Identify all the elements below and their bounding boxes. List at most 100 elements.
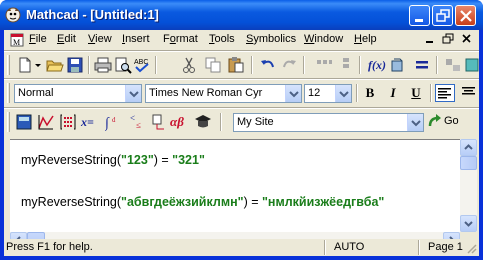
vertical-scroll-thumb[interactable] [460, 156, 477, 170]
resource-site-dropdown[interactable] [407, 114, 423, 131]
menu-tools[interactable]: Tools [209, 33, 235, 45]
menu-edit-label: Edit [57, 33, 76, 45]
style-dropdown-button[interactable] [125, 85, 141, 102]
scroll-up-button[interactable] [460, 139, 477, 156]
toolbar-grip[interactable] [7, 112, 10, 132]
undo-icon[interactable] [259, 56, 277, 74]
scroll-down-button[interactable] [460, 215, 477, 232]
open-folder-icon[interactable] [46, 56, 64, 74]
bold-button[interactable]: B [360, 84, 380, 102]
programming-toolbar-icon[interactable] [150, 113, 168, 131]
function-call: myReverseString( [21, 195, 122, 209]
chevron-down-icon [289, 91, 299, 98]
status-divider [418, 240, 420, 255]
align-center-button[interactable] [459, 84, 479, 102]
menu-file[interactable]: File [29, 33, 47, 45]
toolbar-separator [436, 56, 438, 74]
font-value: Times New Roman Cyr [149, 87, 263, 99]
toolbar-grip[interactable] [7, 83, 10, 103]
font-select[interactable]: Times New Roman Cyr [145, 84, 302, 103]
restore-button[interactable] [432, 5, 453, 26]
client-area: M File Edit View Insert Format Tools Sym… [4, 30, 479, 256]
menu-help[interactable]: Help [354, 33, 377, 45]
spell-check-icon[interactable]: ABC [133, 56, 151, 74]
resize-grip-icon[interactable] [465, 242, 477, 254]
menu-format[interactable]: Format [163, 33, 198, 45]
mathcad-app-icon[interactable] [5, 7, 21, 23]
menu-edit[interactable]: Edit [57, 33, 76, 45]
chevron-down-icon [339, 91, 349, 98]
menu-symbolics[interactable]: Symbolics [246, 33, 296, 45]
menu-insert[interactable]: Insert [122, 33, 150, 45]
worksheet-expression-1[interactable]: myReverseString("123") = "321" [21, 153, 205, 167]
print-icon[interactable] [94, 56, 112, 74]
evaluation-toolbar-button[interactable]: x= [81, 113, 103, 131]
window-frame-bottom [0, 256, 483, 260]
style-value: Normal [18, 87, 54, 99]
menu-format-label: Format [163, 33, 198, 45]
worksheet[interactable]: myReverseString("123") = "321" myReverse… [10, 139, 460, 232]
align-center-icon [462, 87, 475, 95]
minimize-button[interactable] [409, 5, 430, 26]
menu-view[interactable]: View [88, 33, 112, 45]
resource-site-select[interactable]: My Site [233, 113, 424, 132]
font-dropdown-button[interactable] [285, 85, 301, 102]
paste-icon[interactable] [227, 56, 245, 74]
vertical-scrollbar[interactable] [460, 139, 477, 232]
menu-view-label: View [88, 33, 112, 45]
equals-operator: ) = [243, 195, 262, 209]
toolbar-separator [220, 113, 222, 131]
calculus-toolbar-icon[interactable]: ∫ d [105, 113, 123, 131]
underline-button[interactable]: U [406, 84, 426, 102]
document-icon[interactable]: M [10, 33, 24, 47]
function-call: myReverseString( [21, 153, 122, 167]
component-icon[interactable] [444, 56, 462, 74]
toolbar-separator [430, 84, 432, 102]
menu-symbolics-label: Symbolics [246, 33, 297, 45]
print-preview-icon[interactable] [114, 56, 132, 74]
worksheet-expression-2[interactable]: myReverseString("абвгдеёжзийклмн") = "нм… [21, 195, 384, 209]
chevron-down-icon [411, 120, 421, 127]
menu-window[interactable]: Window [304, 33, 343, 45]
save-disk-icon[interactable] [66, 56, 84, 74]
restore-icon [436, 9, 450, 22]
greek-toolbar-button[interactable]: αβ [170, 113, 192, 131]
calculator-toolbar-icon[interactable] [15, 113, 33, 131]
font-size-dropdown-button[interactable] [335, 85, 351, 102]
font-size-select[interactable]: 12 [304, 84, 352, 103]
string-result: "321" [172, 153, 205, 167]
cut-icon[interactable] [180, 56, 198, 74]
menu-bar: M File Edit View Insert Format Tools Sym… [4, 30, 479, 50]
matrix-toolbar-icon[interactable] [59, 113, 77, 131]
graph-toolbar-icon[interactable] [37, 113, 55, 131]
align-across-icon[interactable] [315, 56, 333, 74]
go-label: Go [444, 115, 459, 127]
status-page: Page 1 [428, 241, 463, 253]
align-down-icon[interactable] [337, 56, 355, 74]
toolbar-grip[interactable] [7, 55, 10, 75]
align-left-button[interactable] [435, 84, 455, 102]
insert-function-icon[interactable]: f(x) [368, 56, 386, 74]
menu-tools-label: Tools [209, 33, 235, 45]
doc-restore-icon[interactable] [440, 32, 456, 46]
status-calc-mode: AUTO [334, 241, 365, 253]
copy-icon[interactable] [204, 56, 222, 74]
insert-unit-icon[interactable] [389, 56, 407, 74]
go-arrow-icon [428, 114, 441, 127]
symbolic-toolbar-icon[interactable] [194, 113, 212, 131]
standard-toolbar: ABC f(x) [4, 52, 479, 78]
italic-button[interactable]: I [383, 84, 403, 102]
redo-icon[interactable] [280, 56, 298, 74]
title-bar[interactable]: Mathcad - [Untitled:1] [0, 0, 483, 30]
new-document-icon[interactable] [16, 56, 34, 74]
style-select[interactable]: Normal [14, 84, 142, 103]
new-dropdown-icon[interactable] [34, 56, 42, 74]
calculate-icon[interactable] [413, 56, 431, 74]
doc-minimize-icon[interactable] [422, 32, 438, 46]
app-window: Mathcad - [Untitled:1] M File Edit View … [0, 0, 483, 260]
boolean-toolbar-icon[interactable]: <≤ [128, 113, 146, 131]
doc-close-icon[interactable] [459, 32, 475, 46]
go-button[interactable]: Go [428, 113, 462, 131]
resources-icon[interactable] [464, 56, 482, 74]
close-button[interactable] [455, 5, 476, 26]
